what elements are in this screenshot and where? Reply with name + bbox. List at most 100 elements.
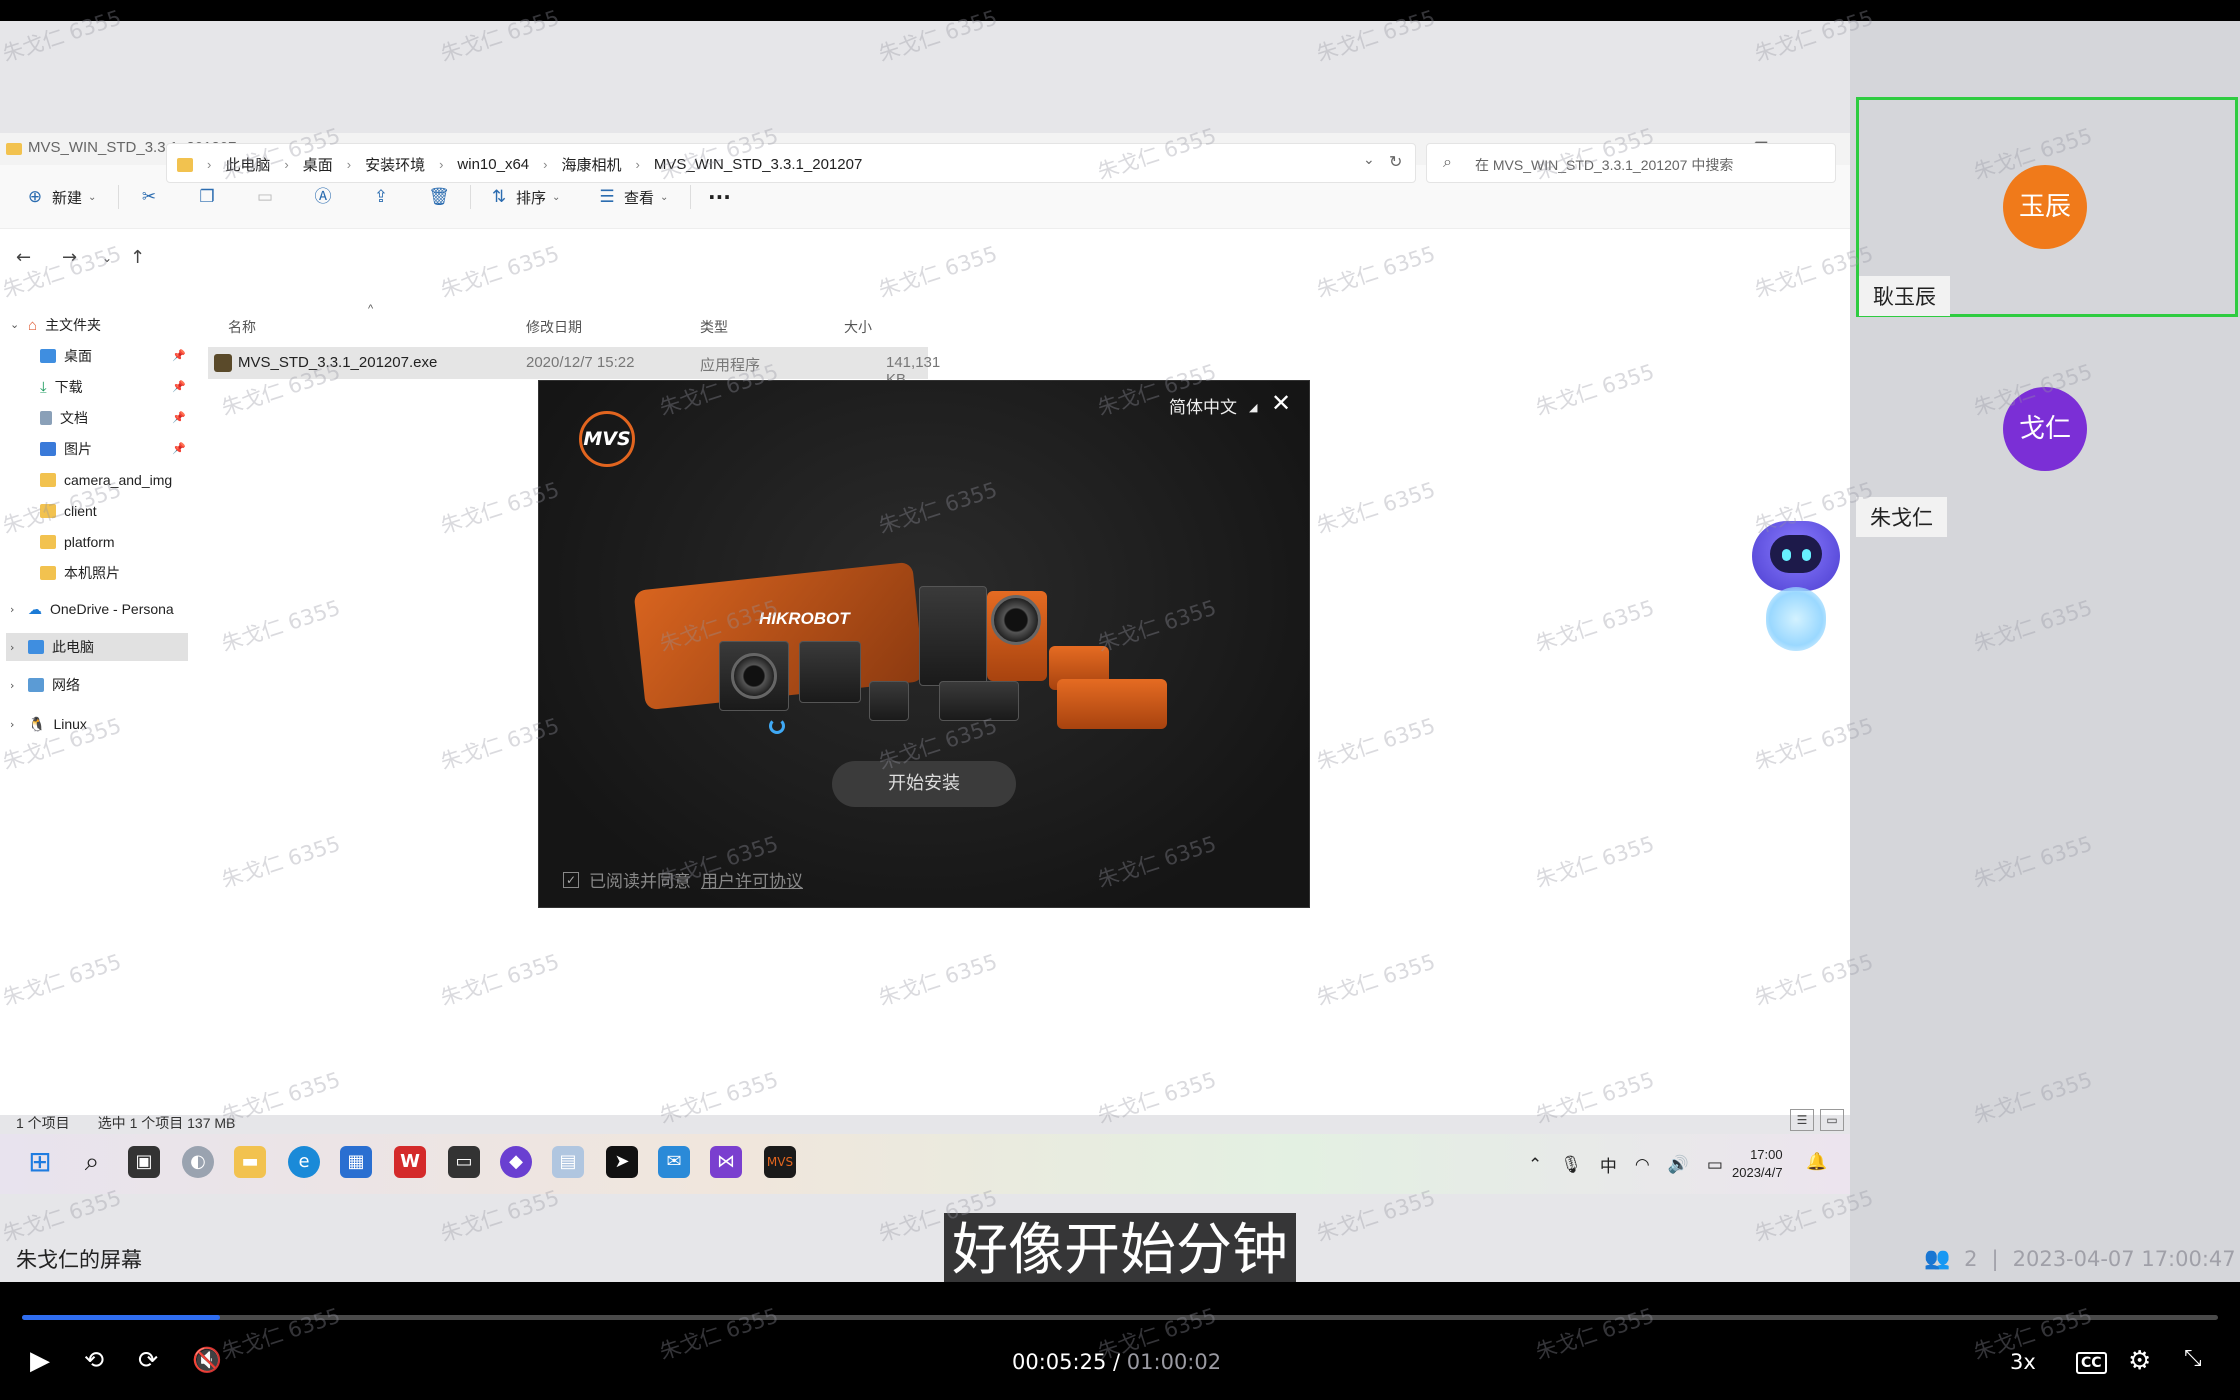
playback-progress-bar[interactable] <box>22 1315 2218 1320</box>
address-bar[interactable]: › 此电脑 › 桌面 › 安装环境 › win10_x64 › 海康相机 › M… <box>166 143 1416 183</box>
navigation-pane: ⌄ ⌂ 主文件夹 桌面 📌 ⤓ 下载 📌 文档 📌 图片 📌 camera_an… <box>0 311 200 791</box>
refresh-icon[interactable]: ↻ <box>1389 152 1402 171</box>
rename-icon: Ⓐ <box>314 187 332 207</box>
breadcrumb-item[interactable]: win10_x64 <box>457 156 529 173</box>
store-icon[interactable]: ▦ <box>340 1146 372 1178</box>
share-button[interactable]: ⇪ <box>370 183 392 211</box>
chevron-right-icon[interactable]: › <box>10 641 14 654</box>
windows-start-icon[interactable]: ⊞ <box>24 1146 56 1178</box>
sort-button[interactable]: ⇅ 排序 ⌄ <box>488 183 561 211</box>
browser-icon[interactable]: ◐ <box>182 1146 214 1178</box>
forward-15-icon[interactable]: ⟳ <box>138 1346 158 1374</box>
nav-item-pictures[interactable]: 图片 <box>40 435 92 463</box>
nav-item-camera-and-img[interactable]: camera_and_img <box>40 466 172 494</box>
agree-checkbox[interactable]: ✓ <box>563 871 579 888</box>
rename-button[interactable]: Ⓐ <box>312 183 334 211</box>
file-row[interactable]: MVS_STD_3.3.1_201207.exe 2020/12/7 15:22… <box>208 347 940 388</box>
nav-item-home[interactable]: ⌂ 主文件夹 <box>28 311 101 339</box>
visual-studio-icon[interactable]: ⋈ <box>710 1146 742 1178</box>
view-button[interactable]: ☰ 查看 ⌄ <box>596 183 668 211</box>
chevron-up-icon[interactable]: ⌃ <box>1528 1155 1542 1175</box>
ime-indicator[interactable]: 中 <box>1600 1152 1617 1177</box>
settings-gear-icon[interactable]: ⚙ <box>2128 1346 2151 1376</box>
exit-fullscreen-icon[interactable]: ⤡ <box>2184 1346 2202 1371</box>
column-header-type[interactable]: 类型 <box>700 317 728 337</box>
nav-item-onedrive[interactable]: ☁ OneDrive - Persona <box>28 595 174 623</box>
details-view-icon[interactable]: ☰ <box>1790 1109 1814 1131</box>
mvs-logo: MVS <box>579 411 635 467</box>
close-icon[interactable]: ✕ <box>1271 389 1291 417</box>
chevron-right-icon[interactable]: › <box>10 679 14 692</box>
copy-button[interactable]: ❐ <box>196 183 218 211</box>
breadcrumb-item[interactable]: MVS_WIN_STD_3.3.1_201207 <box>654 156 862 173</box>
notification-bell-icon[interactable]: 🔔 <box>1806 1152 1827 1172</box>
play-icon[interactable]: ▶ <box>30 1346 50 1376</box>
nav-item-downloads[interactable]: ⤓ 下载 <box>40 373 83 401</box>
breadcrumb-item[interactable]: 此电脑 <box>225 154 270 175</box>
chevron-right-icon[interactable]: › <box>10 718 14 731</box>
nav-item-platform[interactable]: platform <box>40 528 115 556</box>
nav-item-client[interactable]: client <box>40 497 97 525</box>
up-arrow-icon[interactable]: ↑ <box>130 247 145 268</box>
chevron-down-icon[interactable]: ⌄ <box>1363 152 1375 168</box>
column-header-date[interactable]: 修改日期 <box>526 317 582 337</box>
new-button[interactable]: ⊕ 新建 ⌄ <box>24 183 97 211</box>
captions-button[interactable]: CC <box>2076 1352 2107 1374</box>
forward-arrow-icon[interactable]: → <box>62 247 77 268</box>
back-arrow-icon[interactable]: ← <box>16 247 31 268</box>
breadcrumb-item[interactable]: 海康相机 <box>561 154 621 175</box>
nav-item-desktop[interactable]: 桌面 <box>40 342 92 370</box>
battery-icon[interactable]: ▭ <box>1707 1155 1723 1175</box>
chevron-right-icon: › <box>635 157 640 172</box>
column-header-size[interactable]: 大小 <box>844 317 872 337</box>
volume-icon[interactable]: 🔊 <box>1668 1155 1689 1175</box>
nav-item-local-photos[interactable]: 本机照片 <box>40 559 120 587</box>
wifi-icon[interactable]: ◠ <box>1635 1155 1650 1175</box>
mail-icon[interactable]: ✉ <box>658 1146 690 1178</box>
agree-text: 已阅读并同意 <box>589 872 691 892</box>
nav-item-linux[interactable]: 🐧 Linux <box>28 710 87 738</box>
watermark-text: 朱戈仁 6355 <box>656 1303 782 1365</box>
search-input[interactable]: ⌕ 在 MVS_WIN_STD_3.3.1_201207 中搜索 <box>1426 143 1836 183</box>
app-icon[interactable]: ◆ <box>500 1146 532 1178</box>
language-select[interactable]: 简体中文 <box>1169 393 1237 418</box>
mvs-taskbar-icon[interactable]: MVS <box>764 1146 796 1178</box>
nav-item-network[interactable]: 网络 <box>28 671 80 699</box>
chevron-right-icon[interactable]: › <box>10 603 14 616</box>
task-view-icon[interactable]: ▣ <box>128 1146 160 1178</box>
breadcrumb-item[interactable]: 安装环境 <box>365 154 425 175</box>
recent-dropdown-icon[interactable]: ⌄ <box>102 251 112 265</box>
nav-item-documents[interactable]: 文档 <box>40 404 88 432</box>
license-link[interactable]: 用户许可协议 <box>701 867 803 892</box>
participant-tile[interactable]: 玉辰 耿玉辰 <box>1856 97 2238 317</box>
chart-app-icon[interactable]: ▤ <box>552 1146 584 1178</box>
thumbnail-view-icon[interactable]: ▭ <box>1820 1109 1844 1131</box>
terminal-icon[interactable]: ▭ <box>448 1146 480 1178</box>
microphone-icon[interactable]: 🎙 <box>1560 1155 1582 1175</box>
rewind-15-icon[interactable]: ⟲ <box>84 1346 104 1374</box>
column-header-name[interactable]: 名称 <box>228 317 256 337</box>
chevron-down-icon[interactable]: ⌄ <box>10 318 19 331</box>
participant-tile[interactable]: 戈仁 朱戈仁 <box>1856 320 2238 540</box>
cut-button[interactable]: ✂ <box>138 183 160 211</box>
more-options-button[interactable]: ··· <box>708 183 731 211</box>
file-explorer-icon[interactable]: ▬ <box>234 1146 266 1178</box>
playback-speed-button[interactable]: 3x <box>2010 1350 2036 1374</box>
start-install-button[interactable]: 开始安装 <box>832 761 1016 807</box>
download-icon: ⤓ <box>40 378 47 396</box>
edge-icon[interactable]: e <box>288 1146 320 1178</box>
paste-button[interactable]: ▭ <box>254 183 276 211</box>
robot-body <box>1766 587 1826 651</box>
breadcrumb-item[interactable]: 桌面 <box>303 154 333 175</box>
sort-caret-icon: ^ <box>368 303 374 315</box>
delete-button[interactable]: 🗑 <box>428 183 450 211</box>
taskbar-clock[interactable]: 17:00 2023/4/7 <box>1732 1146 1783 1182</box>
robot-assistant[interactable] <box>1746 521 1846 661</box>
nav-item-this-pc[interactable]: 此电脑 <box>6 633 188 661</box>
mute-icon[interactable]: 🔇 <box>192 1346 222 1374</box>
wps-icon[interactable]: W <box>394 1146 426 1178</box>
recording-timestamp: 2023-04-07 17:00:47 <box>2012 1246 2236 1271</box>
send-app-icon[interactable]: ➤ <box>606 1146 638 1178</box>
view-lines-icon: ☰ <box>599 187 615 207</box>
search-icon[interactable]: ⌕ <box>76 1146 108 1178</box>
